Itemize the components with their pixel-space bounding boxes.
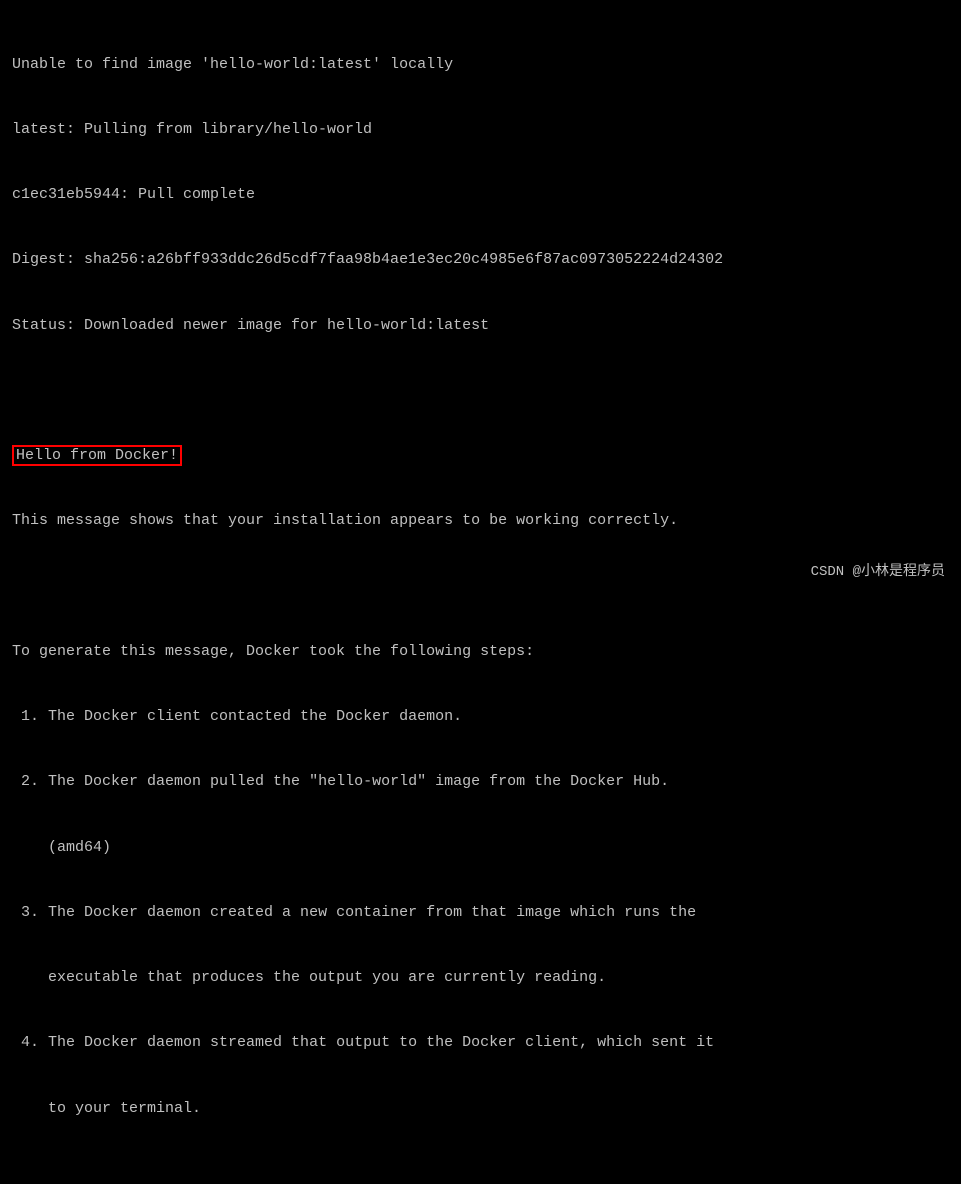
line-blank-3 [12,1163,949,1184]
hello-line: Hello from Docker! [12,445,949,467]
line-14: to your terminal. [12,1098,949,1120]
line-13: 4. The Docker daemon streamed that outpu… [12,1032,949,1054]
line-11: 3. The Docker daemon created a new conta… [12,902,949,924]
watermark-text: CSDN @小林是程序员 [811,560,945,580]
hello-docker-text: Hello from Docker! [12,445,182,466]
line-6: This message shows that your installatio… [12,510,949,532]
line-2: latest: Pulling from library/hello-world [12,119,949,141]
line-7: To generate this message, Docker took th… [12,641,949,663]
line-12: executable that produces the output you … [12,967,949,989]
line-blank-1 [12,380,949,402]
line-5: Status: Downloaded newer image for hello… [12,315,949,337]
line-10: (amd64) [12,837,949,859]
line-3: c1ec31eb5944: Pull complete [12,184,949,206]
terminal-output: Unable to find image 'hello-world:latest… [12,10,949,1184]
line-9: 2. The Docker daemon pulled the "hello-w… [12,771,949,793]
line-blank-2 [12,576,949,598]
line-4: Digest: sha256:a26bff933ddc26d5cdf7faa98… [12,249,949,271]
line-1: Unable to find image 'hello-world:latest… [12,54,949,76]
line-8: 1. The Docker client contacted the Docke… [12,706,949,728]
